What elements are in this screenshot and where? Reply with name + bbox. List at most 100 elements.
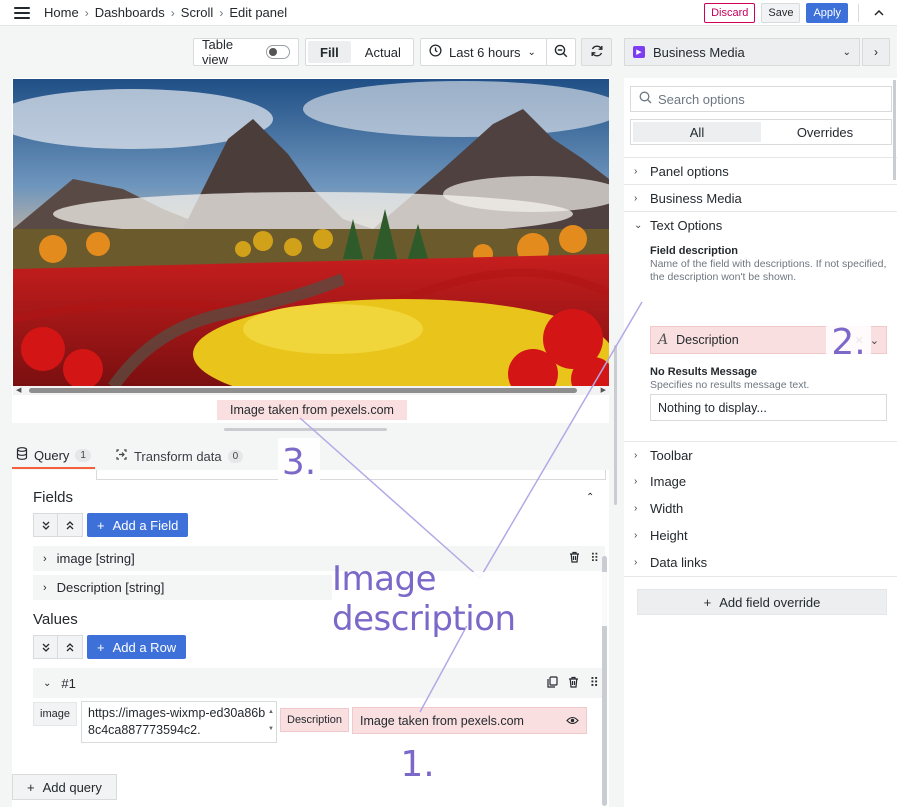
drag-handle-icon[interactable]: ⠿ xyxy=(589,675,598,691)
tab-all[interactable]: All xyxy=(633,122,761,142)
horizontal-scrollbar[interactable]: ◀ ▶ xyxy=(13,386,609,395)
values-title: Values xyxy=(33,611,78,628)
breadcrumb-edit-panel: Edit panel xyxy=(229,5,288,20)
apply-button[interactable]: Apply xyxy=(806,2,848,23)
plus-icon: + xyxy=(27,779,35,795)
section-image[interactable]: › Image xyxy=(624,468,897,495)
divider xyxy=(858,3,859,22)
options-vertical-scrollbar[interactable] xyxy=(893,80,896,180)
tab-query[interactable]: Query 1 xyxy=(12,443,95,469)
tab-overrides[interactable]: Overrides xyxy=(761,122,889,142)
expand-all-icon[interactable] xyxy=(33,635,58,659)
panel-toolbar: Table view Fill Actual Last 6 hours ⌄ xyxy=(0,37,612,67)
tab-transform-data[interactable]: Transform data 0 xyxy=(111,443,247,469)
collapse-all-icon[interactable] xyxy=(58,513,83,537)
chevron-down-icon[interactable]: ⌄ xyxy=(870,334,879,347)
field-description-label: Field description xyxy=(650,245,739,257)
plus-icon: + xyxy=(97,517,105,533)
section-toolbar[interactable]: › Toolbar xyxy=(624,441,897,468)
collapse-chevron-up-icon[interactable] xyxy=(869,3,889,23)
divider xyxy=(624,576,897,577)
actual-option[interactable]: Actual xyxy=(353,41,413,63)
time-range-picker[interactable]: Last 6 hours ⌄ xyxy=(420,38,548,66)
section-panel-options[interactable]: › Panel options xyxy=(624,157,897,184)
chevron-down-icon[interactable]: ⌄ xyxy=(43,678,51,689)
breadcrumb-scroll[interactable]: Scroll xyxy=(181,5,214,20)
panel-preview: ◀ ▶ Image taken from pexels.com xyxy=(12,78,609,423)
table-view-label: Table view xyxy=(202,37,234,67)
add-row-button[interactable]: + Add a Row xyxy=(87,635,187,659)
visualization-name: Business Media xyxy=(653,44,745,60)
chevron-right-icon: › xyxy=(634,557,638,568)
scroll-right-arrow-icon[interactable]: ▶ xyxy=(601,386,606,395)
scroll-left-arrow-icon[interactable]: ◀ xyxy=(16,386,21,395)
clock-icon xyxy=(429,44,442,60)
discard-button[interactable]: Discard xyxy=(704,2,756,23)
add-query-button[interactable]: + Add query xyxy=(12,774,117,800)
visualization-picker[interactable]: ▶ Business Media ⌄ xyxy=(624,38,860,66)
query-top-input[interactable] xyxy=(96,470,606,480)
section-label: Data links xyxy=(650,555,708,570)
breadcrumb: Home › Dashboards › Scroll › Edit panel xyxy=(44,5,287,20)
description-value-input[interactable]: Image taken from pexels.com xyxy=(352,707,587,734)
section-label: Width xyxy=(650,501,684,516)
pane-splitter[interactable] xyxy=(614,345,617,505)
zoom-out-button[interactable] xyxy=(546,38,576,66)
collapse-fields-chevron-icon[interactable]: ⌃ xyxy=(586,492,594,503)
toggle-switch[interactable] xyxy=(265,45,290,59)
field-name: image [string] xyxy=(56,551,135,566)
chevron-right-icon: › xyxy=(170,5,175,20)
fit-mode-group: Fill Actual xyxy=(305,38,414,66)
section-text-options[interactable]: ⌄ Text Options xyxy=(624,211,897,238)
options-panel: Search options All Overrides › Panel opt… xyxy=(624,78,897,807)
value-row-header[interactable]: ⌄ #1 ⠿ xyxy=(33,668,605,698)
scrollbar-thumb[interactable] xyxy=(29,388,577,393)
search-options-input[interactable]: Search options xyxy=(630,86,892,112)
all-overrides-toggle: All Overrides xyxy=(630,119,892,145)
expand-all-icon[interactable] xyxy=(33,513,58,537)
field-row[interactable]: › Description [string] xyxy=(33,575,333,600)
textarea-spinner-icon[interactable]: ▲ ▼ xyxy=(268,704,274,738)
section-business-media[interactable]: › Business Media xyxy=(624,184,897,211)
tab-transform-label: Transform data xyxy=(133,448,222,464)
database-icon xyxy=(16,447,28,463)
query-tabs: Query 1 Transform data 0 xyxy=(12,443,247,471)
image-url-textarea[interactable]: https://images-wixmp-ed30a86b8c4ca887773… xyxy=(81,701,277,743)
image-description-caption: Image taken from pexels.com xyxy=(217,400,407,420)
fill-option[interactable]: Fill xyxy=(308,41,351,63)
section-width[interactable]: › Width xyxy=(624,495,897,522)
expand-options-button[interactable]: › xyxy=(862,38,890,66)
refresh-button[interactable] xyxy=(581,38,612,66)
eye-icon[interactable] xyxy=(566,714,579,728)
chevron-right-icon[interactable]: › xyxy=(43,582,47,594)
trash-icon[interactable] xyxy=(568,676,579,691)
no-results-message-input[interactable]: Nothing to display... xyxy=(650,394,887,421)
chevron-down-icon: ⌄ xyxy=(842,46,851,58)
annotation-marker-1: 1. xyxy=(395,740,440,788)
transform-icon xyxy=(115,448,128,464)
top-bar: Home › Dashboards › Scroll › Edit panel … xyxy=(0,0,897,26)
image-url-value: https://images-wixmp-ed30a86b8c4ca887773… xyxy=(88,706,266,737)
panel-resize-handle[interactable] xyxy=(224,428,387,431)
chevron-right-icon[interactable]: › xyxy=(43,553,47,565)
add-field-override-button[interactable]: + Add field override xyxy=(637,589,887,615)
section-label: Height xyxy=(650,528,688,543)
field-description-value: Description xyxy=(676,333,739,347)
chevron-down-icon: ⌄ xyxy=(634,219,643,231)
no-results-label: No Results Message xyxy=(650,366,757,378)
breadcrumb-home[interactable]: Home xyxy=(44,5,79,20)
text-field-icon: A xyxy=(658,332,669,348)
chevron-right-icon: › xyxy=(634,449,638,461)
add-field-button[interactable]: + Add a Field xyxy=(87,513,189,537)
fields-title: Fields xyxy=(33,489,74,506)
section-data-links[interactable]: › Data links xyxy=(624,549,897,576)
copy-icon[interactable] xyxy=(547,675,559,691)
field-name: Description [string] xyxy=(56,580,165,595)
table-view-toggle[interactable]: Table view xyxy=(193,37,299,67)
collapse-all-icon[interactable] xyxy=(58,635,83,659)
tab-query-label: Query xyxy=(34,447,70,463)
menu-icon[interactable] xyxy=(14,6,30,19)
save-button[interactable]: Save xyxy=(761,2,801,23)
breadcrumb-dashboards[interactable]: Dashboards xyxy=(95,5,165,20)
section-height[interactable]: › Height xyxy=(624,522,897,549)
